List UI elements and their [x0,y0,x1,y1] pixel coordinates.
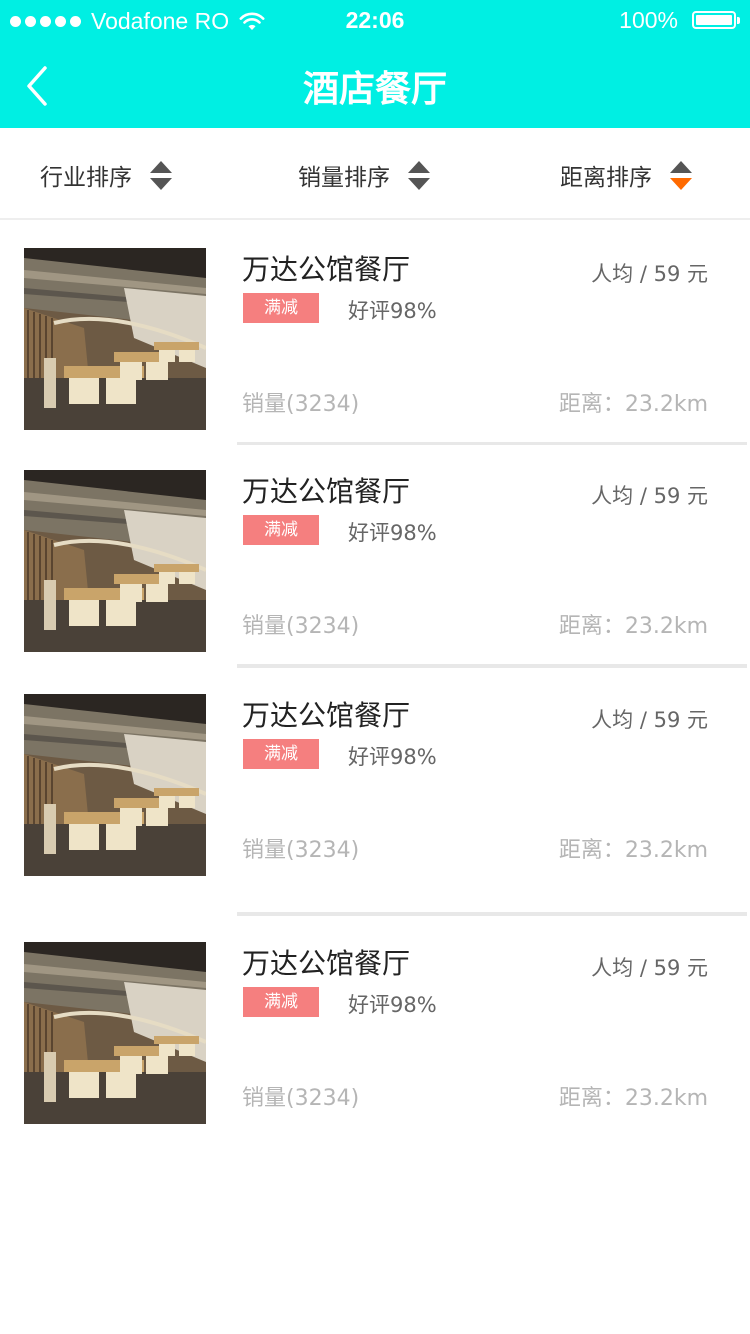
restaurant-photo [24,248,206,430]
divider [237,442,747,445]
sort-arrows-icon [408,160,430,190]
sales-count: 销量(3234) [242,838,360,863]
header-bar: Vodafone RO 22:06 100% 酒店餐厅 [0,0,750,128]
distance-text: 距离：23.2km [558,392,708,417]
sort-arrows-icon [670,160,692,190]
rating-text: 好评98% [348,299,437,323]
battery-percent: 100% [619,7,678,33]
restaurant-name: 万达公馆餐厅 [242,475,411,508]
restaurant-name: 万达公馆餐厅 [242,947,411,980]
sort-sales-button[interactable]: 销量排序 [298,158,430,192]
sort-distance-button[interactable]: 距离排序 [560,158,692,192]
discount-badge: 满减 [243,987,319,1017]
sales-count: 销量(3234) [242,1086,360,1111]
restaurant-list-item[interactable]: 万达公馆餐厅 人均 / 59 元 满减 好评98% 销量(3234) 距离：23… [0,248,750,448]
divider [237,664,747,668]
divider [237,912,747,916]
discount-badge: 满减 [243,739,319,769]
sales-count: 销量(3234) [242,614,360,639]
sort-industry-button[interactable]: 行业排序 [40,158,172,192]
restaurant-photo [24,942,206,1124]
sort-bar: 行业排序 销量排序 距离排序 [0,128,750,220]
discount-badge: 满减 [243,293,319,323]
distance-text: 距离：23.2km [558,1086,708,1111]
average-price: 人均 / 59 元 [591,956,708,980]
discount-badge: 满减 [243,515,319,545]
rating-text: 好评98% [348,745,437,769]
sort-arrows-icon [150,160,172,190]
average-price: 人均 / 59 元 [591,484,708,508]
restaurant-name: 万达公馆餐厅 [242,253,411,286]
restaurant-list-item[interactable]: 万达公馆餐厅 人均 / 59 元 满减 好评98% 销量(3234) 距离：23… [0,470,750,670]
status-bar: Vodafone RO 22:06 100% [0,0,750,40]
restaurant-photo [24,470,206,652]
distance-text: 距离：23.2km [558,838,708,863]
battery-icon [692,11,740,29]
sort-label: 行业排序 [40,165,132,191]
sales-count: 销量(3234) [242,392,360,417]
restaurant-list-item[interactable]: 万达公馆餐厅 人均 / 59 元 满减 好评98% 销量(3234) 距离：23… [0,694,750,894]
rating-text: 好评98% [348,993,437,1017]
restaurant-name: 万达公馆餐厅 [242,699,411,732]
average-price: 人均 / 59 元 [591,262,708,286]
page-title: 酒店餐厅 [302,69,447,110]
sort-label: 距离排序 [560,165,652,191]
average-price: 人均 / 59 元 [591,708,708,732]
restaurant-photo [24,694,206,876]
rating-text: 好评98% [348,521,437,545]
sort-label: 销量排序 [298,165,390,191]
distance-text: 距离：23.2km [558,614,708,639]
restaurant-list-item[interactable]: 万达公馆餐厅 人均 / 59 元 满减 好评98% 销量(3234) 距离：23… [0,942,750,1142]
